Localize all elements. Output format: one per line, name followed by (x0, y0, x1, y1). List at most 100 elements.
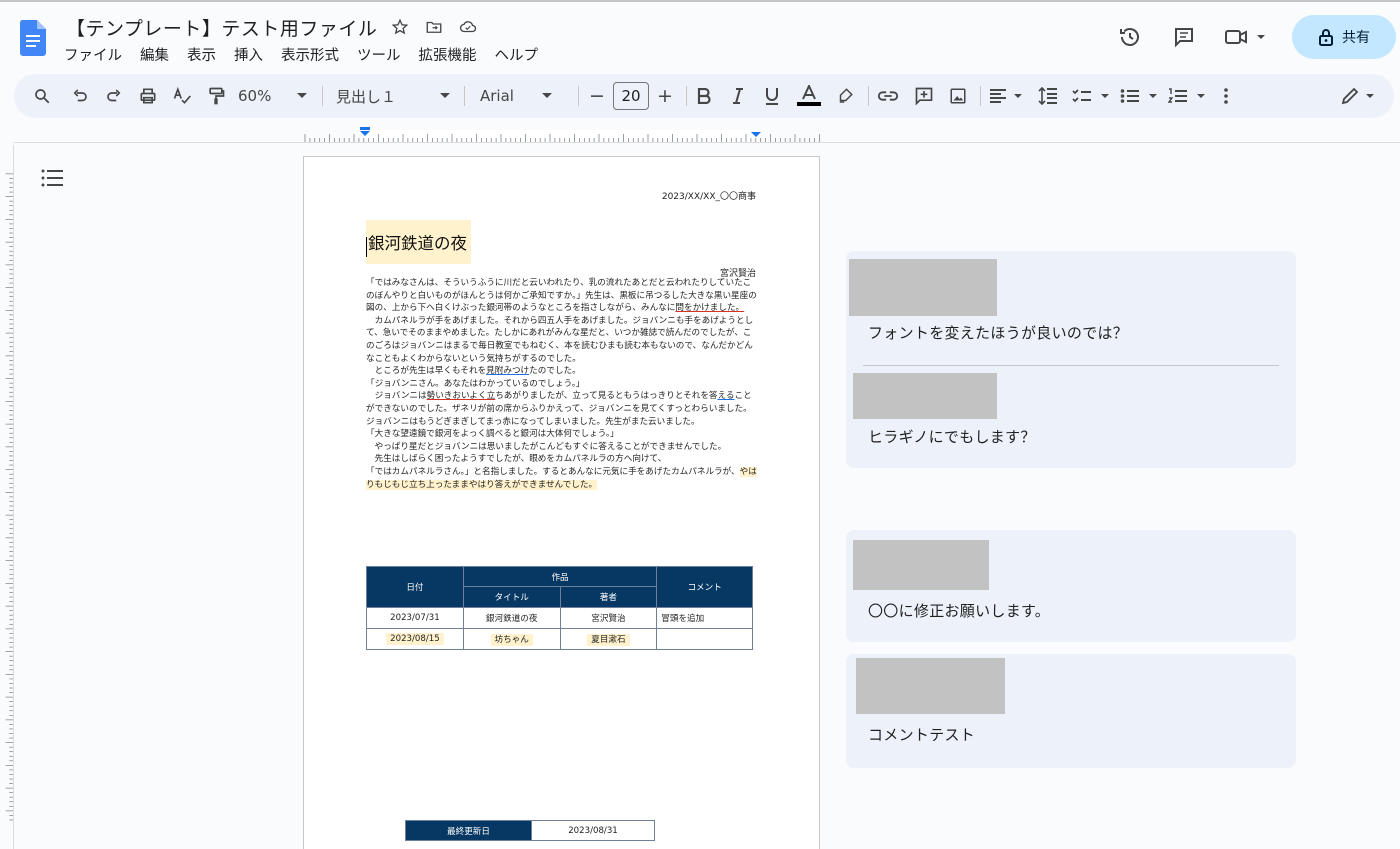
increase-font-size-button[interactable]: + (654, 74, 676, 118)
lock-icon (1319, 29, 1333, 46)
paragraph-style-select[interactable]: 見出し１ (336, 74, 454, 118)
paragraph: やっぱり星だとジョバンニは思いましたがこんどもすぐに答えることができませんでした… (374, 441, 727, 452)
docs-logo-icon[interactable] (20, 20, 46, 56)
print-icon[interactable] (136, 74, 160, 118)
body-text[interactable]: 「ではみなさんは、そういうふうに川だと云いわれたり、乳の流れたあとだと云われたり… (366, 277, 758, 491)
checklist-select[interactable] (1072, 74, 1110, 118)
insert-image-icon[interactable] (946, 74, 970, 118)
menu-format[interactable]: 表示形式 (281, 44, 347, 65)
cell-comment[interactable] (656, 628, 753, 650)
share-label: 共有 (1342, 30, 1370, 46)
grammar-flag[interactable]: 見附みつけ (486, 366, 529, 376)
vertical-ruler[interactable] (0, 145, 14, 849)
cell-title[interactable]: 坊ちゃん (462, 628, 561, 650)
last-updated-label: 最終更新日 (405, 820, 532, 841)
font-value: Arial (480, 87, 514, 105)
date-line: 2023/XX/XX_〇〇商事 (661, 192, 756, 202)
paragraph: カムパネルラが手をあげました。それから四五人手をあげました。ジョバンニも手をあげ… (366, 315, 754, 364)
cloud-saved-icon[interactable] (457, 16, 479, 38)
cell-title[interactable]: 銀河鉄道の夜 (462, 607, 561, 629)
search-menus-icon[interactable] (30, 74, 54, 118)
undo-icon[interactable] (68, 74, 92, 118)
editing-mode-select[interactable] (1340, 74, 1376, 118)
zoom-select[interactable]: 60% (238, 74, 308, 118)
decrease-font-size-button[interactable]: − (586, 74, 608, 118)
comments-icon[interactable] (1168, 21, 1200, 53)
menu-view[interactable]: 表示 (187, 44, 224, 65)
menu-extensions[interactable]: 拡張機能 (419, 44, 485, 65)
highlight-color-icon[interactable] (834, 74, 856, 118)
reply-divider (863, 365, 1279, 366)
comment-text: 〇〇に修正お願いします。 (868, 602, 1051, 620)
horizontal-ruler[interactable] (303, 126, 820, 142)
cell-comment[interactable]: 冒頭を追加 (656, 607, 753, 629)
cell-date[interactable]: 2023/08/15 (366, 628, 464, 650)
italic-icon[interactable] (728, 74, 748, 118)
document-title[interactable]: 【テンプレート】テスト用ファイル (66, 14, 377, 41)
paragraph: 「ではみなさんは、そういうふうに川だと云いわれたり、乳の流れたあとだと云われたり… (366, 278, 757, 314)
cell-author[interactable]: 宮沢賢治 (559, 607, 658, 629)
header-date: 日付 (366, 566, 464, 608)
comment-thread[interactable]: フォントを変えたほうが良いのでは？ ヒラギノにでもします？ (846, 251, 1296, 468)
header-author: 著者 (559, 586, 658, 608)
cell-author[interactable]: 夏目漱石 (559, 628, 658, 650)
spellcheck-icon[interactable] (170, 74, 194, 118)
bold-icon[interactable] (694, 74, 714, 118)
comment-thread[interactable]: コメントテスト (846, 654, 1296, 768)
spelling-flag[interactable]: 勢いきおいよく立 (427, 391, 496, 401)
toolbar: 60% 見出し１ Arial − 20 + (14, 74, 1394, 118)
menu-insert[interactable]: 挿入 (234, 44, 271, 65)
plus-icon: + (657, 85, 673, 107)
toolbar-divider (322, 86, 323, 106)
font-size-input[interactable]: 20 (613, 82, 649, 110)
menu-bar: ファイル 編集 表示 挿入 表示形式 ツール 拡張機能 ヘルプ (64, 44, 556, 65)
header-actions: 共有 (1114, 14, 1400, 60)
menu-file[interactable]: ファイル (64, 44, 130, 65)
redacted-avatar (849, 259, 997, 316)
document-page[interactable]: 2023/XX/XX_〇〇商事 銀河鉄道の夜 宮沢賢治 「ではみなさんは、そうい… (303, 156, 820, 849)
paint-format-icon[interactable] (204, 74, 228, 118)
last-updated-table[interactable]: 最終更新日 2023/08/31 (405, 820, 655, 841)
paragraph: 「大きな望遠鏡で銀河をよっく調べると銀河は大体何でしょう。」 (366, 429, 619, 440)
font-select[interactable]: Arial (480, 74, 576, 118)
toolbar-divider (868, 86, 869, 106)
title-row: 【テンプレート】テスト用ファイル (66, 12, 479, 42)
insert-link-icon[interactable] (876, 74, 900, 118)
share-button[interactable]: 共有 (1292, 15, 1396, 59)
version-history-icon[interactable] (1114, 21, 1146, 53)
numbered-list-select[interactable] (1168, 74, 1206, 118)
chevron-down-icon (541, 93, 552, 98)
align-select[interactable] (988, 74, 1024, 118)
add-comment-icon[interactable] (912, 74, 936, 118)
app-header: 【テンプレート】テスト用ファイル ファイル 編集 表示 挿入 表示形式 ツール … (0, 2, 1400, 72)
document-outline-icon[interactable] (40, 166, 64, 190)
redo-icon[interactable] (102, 74, 126, 118)
menu-edit[interactable]: 編集 (140, 44, 177, 65)
grammar-flag[interactable]: える (718, 391, 735, 401)
paragraph: ところが先生は早くもそれを見附みつけたのでした。 (374, 366, 581, 377)
meet-video-icon[interactable] (1222, 21, 1270, 53)
document-heading[interactable]: 銀河鉄道の夜 (366, 220, 471, 264)
table-row: 2023/07/31 銀河鉄道の夜 宮沢賢治 冒頭を追加 (366, 607, 753, 629)
toolbar-divider (578, 86, 579, 106)
toolbar-divider (686, 86, 687, 106)
redacted-avatar (853, 540, 989, 590)
more-options-icon[interactable] (1216, 74, 1236, 118)
spelling-flag[interactable]: 問をかけました。 (675, 303, 744, 313)
paragraph: 「ジョバンニさん。あなたはわかっているのでしょう。」 (366, 378, 585, 389)
menu-tools[interactable]: ツール (357, 44, 409, 65)
comment-thread[interactable]: 〇〇に修正お願いします。 (846, 530, 1296, 642)
bulleted-list-select[interactable] (1120, 74, 1158, 118)
menu-help[interactable]: ヘルプ (495, 44, 547, 65)
move-folder-icon[interactable] (423, 16, 445, 38)
text-color-icon[interactable] (794, 74, 824, 118)
reply-text: ヒラギノにでもします？ (868, 428, 1036, 446)
underline-icon[interactable] (762, 74, 782, 118)
line-spacing-icon[interactable] (1036, 74, 1060, 118)
cell-date[interactable]: 2023/07/31 (366, 607, 464, 629)
zoom-value: 60% (238, 87, 272, 105)
last-updated-value[interactable]: 2023/08/31 (531, 820, 655, 841)
star-icon[interactable] (389, 16, 411, 38)
ruler-divider (14, 142, 1400, 143)
works-table[interactable]: 日付 作品 コメント タイトル 著者 2023/07/31 銀河鉄道の夜 宮沢賢… (366, 566, 753, 650)
